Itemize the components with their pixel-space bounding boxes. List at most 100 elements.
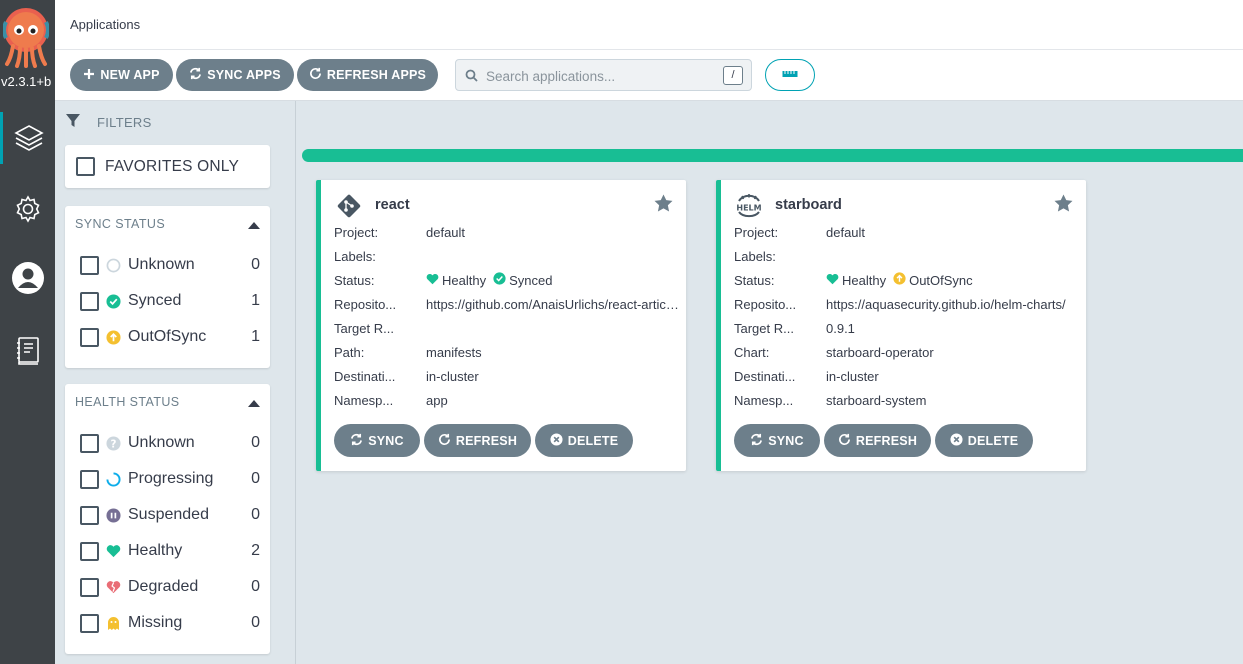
detail-key: Labels: — [734, 248, 776, 264]
app-card-react[interactable]: react Project: default Labels: Status: He… — [316, 180, 686, 471]
sync-status-text: Synced — [509, 272, 553, 288]
detail-row-path: Path: manifests — [334, 340, 679, 364]
sync-button[interactable]: SYNC — [734, 424, 820, 457]
filter-health-progressing[interactable]: Progressing 0 — [80, 468, 260, 490]
search-input[interactable] — [486, 66, 716, 86]
view-mode-button[interactable] — [765, 59, 815, 91]
checkbox[interactable] — [80, 255, 99, 275]
user-icon — [11, 261, 45, 295]
star-icon[interactable] — [654, 194, 673, 217]
health-status-panel: HEALTH STATUS ? Unknown 0 Progressing 0 … — [65, 384, 270, 654]
nav-documentation[interactable] — [0, 325, 55, 377]
sync-status-panel: SYNC STATUS Unknown 0 Synced 1 OutOfSync… — [65, 206, 270, 368]
left-nav: v2.3.1+b — [0, 0, 55, 664]
app-card-starboard[interactable]: HELM starboard Project: default Labels: S… — [716, 180, 1086, 471]
checkbox[interactable] — [80, 577, 99, 597]
filter-sync-synced[interactable]: Synced 1 — [80, 290, 260, 312]
new-app-button[interactable]: NEW APP — [70, 59, 173, 91]
delete-button[interactable]: DELETE — [935, 424, 1033, 457]
sync-status: OutOfSync — [893, 272, 973, 288]
unknown-circle-icon — [106, 258, 121, 273]
health-status: Healthy — [426, 273, 486, 288]
detail-row-chart: Chart: starboard-operator — [734, 340, 1079, 364]
favorites-only-checkbox[interactable] — [76, 157, 95, 176]
detail-value: https://aquasecurity.github.io/helm-char… — [826, 296, 1066, 312]
sync-icon — [750, 433, 763, 449]
sync-icon — [189, 67, 202, 83]
sync-label: SYNC — [768, 433, 804, 448]
check-circle-icon — [493, 272, 506, 288]
detail-value: Healthy OutOfSync — [826, 272, 1079, 288]
sync-status-text: OutOfSync — [909, 272, 973, 288]
heart-icon — [426, 273, 439, 288]
filter-sync-unknown[interactable]: Unknown 0 — [80, 254, 260, 276]
app-actions: SYNC REFRESH DELETE — [734, 424, 1033, 457]
plus-icon — [83, 68, 95, 83]
filter-health-missing[interactable]: Missing 0 — [80, 612, 260, 634]
checkbox[interactable] — [80, 541, 99, 561]
app-name[interactable]: starboard — [775, 197, 842, 213]
health-status-title: HEALTH STATUS — [75, 395, 180, 409]
detail-value: app — [426, 392, 448, 408]
filter-sync-outofsync[interactable]: OutOfSync 1 — [80, 326, 260, 348]
times-circle-icon — [950, 432, 963, 449]
filter-count: 1 — [251, 292, 260, 309]
favorites-only-filter[interactable]: FAVORITES ONLY — [65, 145, 270, 188]
sync-button[interactable]: SYNC — [334, 424, 420, 457]
filter-health-suspended[interactable]: Suspended 0 — [80, 504, 260, 526]
checkbox[interactable] — [80, 291, 99, 311]
checkbox[interactable] — [80, 613, 99, 633]
filter-health-unknown[interactable]: ? Unknown 0 — [80, 432, 260, 454]
filters-title: FILTERS — [97, 115, 152, 130]
detail-key: Status: — [334, 272, 375, 288]
sync-status-title: SYNC STATUS — [75, 217, 166, 231]
filter-count: 0 — [251, 578, 260, 595]
nav-applications[interactable] — [0, 112, 55, 164]
detail-row-namespace: Namesp... app — [334, 388, 679, 412]
detail-row-labels: Labels: — [734, 244, 1079, 268]
filter-health-healthy[interactable]: Healthy 2 — [80, 540, 260, 562]
filter-label: Unknown — [128, 256, 195, 273]
favorites-only-label: FAVORITES ONLY — [105, 157, 240, 175]
nav-user-info[interactable] — [0, 252, 55, 304]
filter-health-degraded[interactable]: Degraded 0 — [80, 576, 260, 598]
refresh-icon — [438, 433, 451, 449]
filter-label: Synced — [128, 292, 182, 309]
checkbox[interactable] — [80, 327, 99, 347]
app-name[interactable]: react — [375, 197, 410, 213]
checkbox[interactable] — [80, 433, 99, 453]
detail-value: Healthy Synced — [426, 272, 679, 288]
sync-icon — [350, 433, 363, 449]
argo-logo[interactable] — [3, 6, 49, 68]
detail-row-status: Status: Healthy OutOfSync — [734, 268, 1079, 292]
refresh-label: REFRESH — [855, 433, 918, 448]
refresh-button[interactable]: REFRESH — [424, 424, 531, 457]
filters-header: FILTERS — [65, 113, 152, 132]
svg-text:HELM: HELM — [736, 204, 761, 213]
detail-row-target-revision: Target R... 0.9.1 — [734, 316, 1079, 340]
arrow-up-circle-icon — [106, 329, 121, 345]
detail-key: Namesp... — [734, 392, 794, 408]
version-label: v2.3.1+b — [1, 74, 52, 89]
filter-count: 1 — [251, 328, 260, 345]
filter-label: Healthy — [128, 542, 183, 559]
detail-row-namespace: Namesp... starboard-system — [734, 388, 1079, 412]
refresh-apps-label: REFRESH APPS — [326, 68, 427, 82]
refresh-icon — [309, 67, 322, 83]
checkbox[interactable] — [80, 469, 99, 489]
collapse-caret-icon[interactable] — [248, 400, 260, 407]
search-icon — [465, 69, 478, 87]
detail-key: Destinati... — [334, 368, 396, 384]
filter-count: 0 — [251, 614, 260, 631]
detail-key: Namesp... — [334, 392, 394, 408]
refresh-button[interactable]: REFRESH — [824, 424, 931, 457]
sync-apps-button[interactable]: SYNC APPS — [176, 59, 294, 91]
delete-button[interactable]: DELETE — [535, 424, 633, 457]
refresh-apps-button[interactable]: REFRESH APPS — [297, 59, 438, 91]
collapse-caret-icon[interactable] — [248, 222, 260, 229]
check-circle-icon — [106, 293, 121, 309]
nav-settings[interactable] — [0, 183, 55, 235]
checkbox[interactable] — [80, 505, 99, 525]
star-icon[interactable] — [1054, 194, 1073, 217]
filters-sidebar: FILTERS FAVORITES ONLY SYNC STATUS Unkno… — [55, 101, 296, 664]
